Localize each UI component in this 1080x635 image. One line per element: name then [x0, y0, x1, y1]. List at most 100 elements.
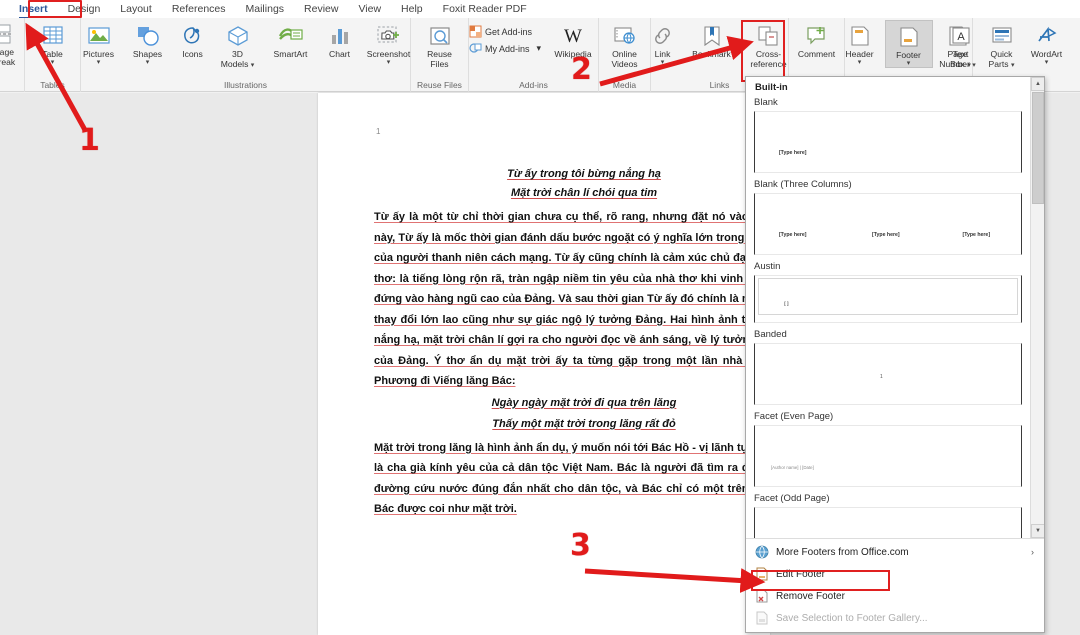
scroll-up-button[interactable]: ▲	[1031, 77, 1044, 91]
scrollbar-thumb[interactable]	[1032, 92, 1044, 204]
gallery-item-facet-odd-page[interactable]: Facet (Odd Page) [DOCUMENT TITLE] | [Doc…	[754, 493, 1022, 538]
comment-label: Comment	[797, 49, 836, 59]
gallery-item-blank[interactable]: Blank [Type here]	[754, 97, 1022, 173]
document-text-body[interactable]: Từ ấy trong tôi bừng nắng hạ Mặt trời ch…	[374, 165, 794, 520]
thumb-inner-frame	[758, 278, 1018, 315]
menu-item-more-footers[interactable]: More Footers from Office.com ›	[746, 541, 1044, 563]
my-addins-button[interactable]: My Add-ins ▾	[466, 40, 544, 57]
3d-models-button[interactable]: 3D Models ▾	[214, 20, 262, 69]
chevron-down-icon[interactable]: ▾	[907, 60, 911, 67]
chevron-down-icon[interactable]: ▾	[387, 59, 391, 66]
gallery-thumbnail: 1	[754, 343, 1022, 405]
remove-footer-icon	[754, 589, 769, 604]
thumb-placeholder: [ ]	[784, 301, 789, 306]
chevron-down-icon[interactable]: ▾	[146, 59, 150, 66]
quick-parts-button[interactable]: Quick Parts ▾	[982, 20, 1022, 69]
gallery-thumbnail: [ ]	[754, 275, 1022, 323]
thumb-placeholder: [Type here]	[962, 232, 991, 238]
tab-insert[interactable]: Insert	[10, 1, 57, 19]
tab-layout[interactable]: Layout	[111, 1, 161, 18]
document-page[interactable]: 1 Từ ấy trong tôi bừng nắng hạ Mặt trời …	[318, 93, 794, 635]
chevron-down-icon[interactable]: ▾	[537, 43, 542, 54]
reuse-files-label: Reuse Files	[427, 49, 452, 69]
bookmark-button[interactable]: Bookmark	[684, 20, 740, 60]
footer-button[interactable]: Footer ▾	[884, 20, 933, 68]
my-addins-label: My Add-ins	[485, 43, 530, 54]
menu-item-label: Save Selection to Footer Gallery...	[776, 612, 928, 624]
chevron-down-icon[interactable]: ▾	[1045, 59, 1049, 66]
chevron-down-icon[interactable]: ▾	[661, 59, 665, 66]
globe-icon	[754, 545, 769, 560]
drop-cap-button[interactable]: A Drop Cap ▾	[1072, 20, 1080, 69]
table-icon	[41, 23, 65, 49]
tab-design[interactable]: Design	[59, 1, 110, 18]
text-box-button[interactable]: A Text Box ▾	[941, 20, 981, 69]
chevron-down-icon[interactable]: ▾	[251, 62, 255, 69]
gallery-item-label: Banded	[754, 329, 787, 340]
wordart-button[interactable]: WordArt ▾	[1023, 20, 1071, 66]
icons-label: Icons	[182, 49, 203, 59]
thumb-placeholder: [Type here]	[778, 150, 807, 156]
tab-help[interactable]: Help	[392, 1, 432, 18]
gallery-item-austin[interactable]: Austin [ ]	[754, 261, 1022, 323]
bookmark-label: Bookmark	[692, 49, 731, 59]
group-label-media: Media	[612, 80, 637, 90]
page-break-button[interactable]: Page Break	[0, 18, 24, 67]
menu-item-edit-footer[interactable]: Edit Footer	[746, 563, 1044, 585]
edit-footer-icon	[754, 567, 769, 582]
footer-gallery-menu: More Footers from Office.com › Edit Foot…	[746, 538, 1044, 632]
text-box-icon: A	[950, 23, 972, 49]
tab-references[interactable]: References	[163, 1, 235, 18]
gallery-scrollbar[interactable]: ▲ ▼	[1030, 77, 1044, 538]
gallery-item-blank-three-columns[interactable]: Blank (Three Columns) [Type here] [Type …	[754, 179, 1022, 255]
icons-button[interactable]: Icons	[173, 20, 213, 60]
online-videos-button[interactable]: Online Videos	[601, 20, 649, 69]
tab-foxit-reader-pdf[interactable]: Foxit Reader PDF	[434, 1, 536, 18]
chevron-down-icon[interactable]: ▾	[967, 62, 971, 69]
group-label-illustrations: Illustrations	[224, 80, 267, 90]
gallery-item-facet-even-page[interactable]: Facet (Even Page) [Author name] | [Date]	[754, 411, 1022, 487]
menu-item-label: Edit Footer	[776, 568, 825, 580]
gallery-item-label: Facet (Odd Page)	[754, 493, 830, 504]
cross-reference-icon	[757, 23, 781, 49]
screenshot-button[interactable]: Screenshot ▾	[361, 20, 417, 66]
reuse-files-icon	[428, 23, 452, 49]
chevron-down-icon[interactable]: ▾	[97, 59, 101, 66]
footer-icon	[897, 24, 921, 50]
page-break-icon	[0, 21, 15, 47]
thumb-placeholder: 1	[880, 374, 883, 380]
get-addins-label: Get Add-ins	[485, 26, 533, 37]
group-label-tables: Tables	[40, 80, 65, 90]
gallery-item-label: Blank	[754, 97, 778, 108]
table-button[interactable]: Table ▾	[29, 20, 77, 66]
link-button[interactable]: Link ▾	[643, 20, 683, 66]
shapes-button[interactable]: Shapes ▾	[124, 20, 172, 66]
reuse-files-button[interactable]: Reuse Files	[416, 20, 464, 69]
footer-gallery-dropdown[interactable]: Built-in Blank [Type here] Blank (Three …	[745, 76, 1045, 633]
tab-review[interactable]: Review	[295, 1, 347, 18]
chevron-down-icon[interactable]: ▾	[858, 59, 862, 66]
chart-button[interactable]: Chart	[320, 20, 360, 60]
scroll-down-button[interactable]: ▼	[1031, 524, 1044, 538]
get-addins-button[interactable]: Get Add-ins	[466, 23, 544, 40]
footer-gallery-list: Built-in Blank [Type here] Blank (Three …	[746, 77, 1030, 538]
header-icon	[848, 23, 872, 49]
thumb-placeholder: [Author name] | [Date]	[770, 465, 814, 470]
verse-line: Ngày ngày mặt trời đi qua trên lăng	[491, 396, 677, 409]
ribbon-tab-strip: Insert Design Layout References Mailings…	[0, 0, 1080, 19]
group-label-reuse-files: Reuse Files	[417, 80, 462, 90]
shapes-icon	[136, 23, 160, 49]
chevron-down-icon[interactable]: ▾	[51, 59, 55, 66]
header-button[interactable]: Header ▾	[836, 20, 884, 66]
chart-icon	[328, 23, 352, 49]
pictures-button[interactable]: Pictures ▾	[75, 20, 123, 66]
footer-gallery-scroll-area[interactable]: Built-in Blank [Type here] Blank (Three …	[746, 77, 1044, 538]
tab-mailings[interactable]: Mailings	[237, 1, 294, 18]
chevron-down-icon[interactable]: ▾	[1011, 62, 1015, 69]
smartart-button[interactable]: SmartArt	[263, 20, 319, 60]
menu-item-label: Remove Footer	[776, 590, 845, 602]
3d-models-icon	[226, 23, 250, 49]
gallery-item-banded[interactable]: Banded 1	[754, 329, 1022, 405]
menu-item-remove-footer[interactable]: Remove Footer	[746, 585, 1044, 607]
tab-view[interactable]: View	[349, 1, 390, 18]
